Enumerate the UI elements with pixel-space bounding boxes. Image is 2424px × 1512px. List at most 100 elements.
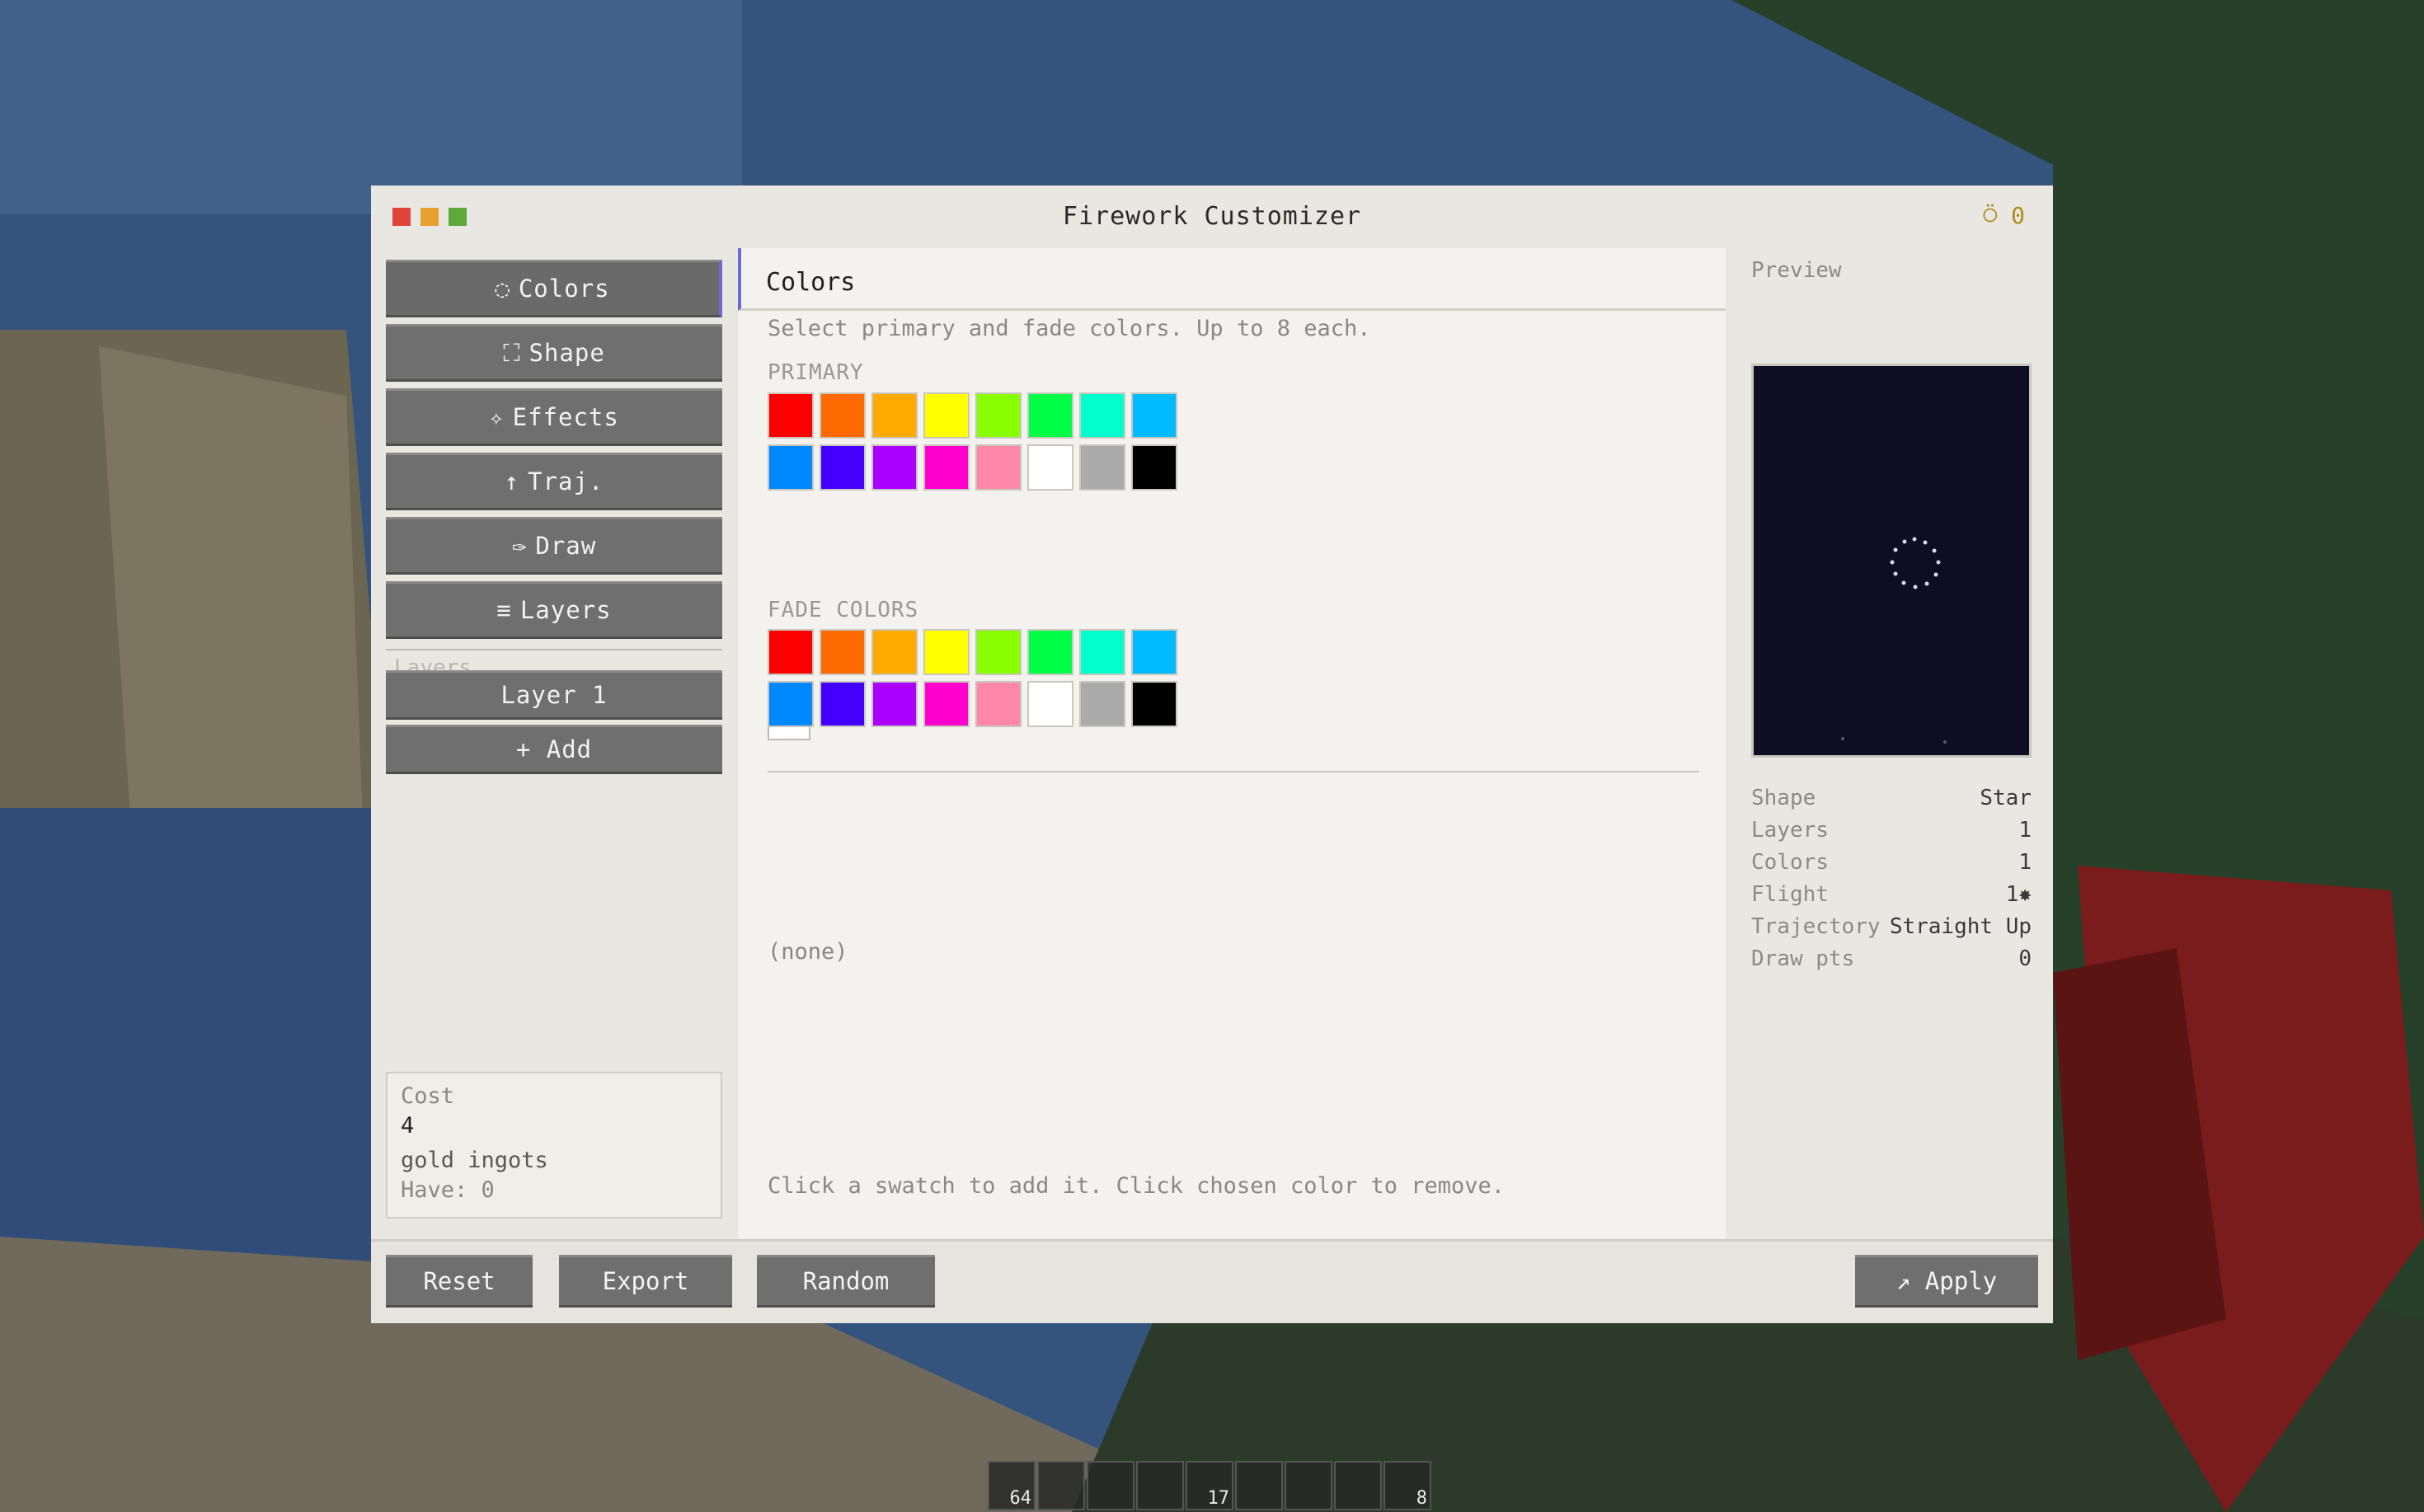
gold-icon: ⍥ (1983, 202, 1998, 229)
sidebar-item-trajectory[interactable]: ↑ Traj. (386, 453, 722, 510)
primary-color-swatch[interactable] (871, 392, 918, 439)
primary-color-swatch[interactable] (820, 392, 866, 439)
fade-color-swatch[interactable] (923, 629, 970, 675)
gold-count: 0 (2011, 202, 2025, 229)
bottom-bar: Reset Export Random ↗ Apply (371, 1239, 2053, 1323)
primary-color-swatch[interactable] (975, 444, 1022, 491)
cost-amount: 4 (401, 1113, 415, 1139)
fade-color-swatch[interactable] (768, 681, 814, 727)
sidebar-item-draw[interactable]: ✑ Draw (386, 517, 722, 575)
fade-color-swatch[interactable] (923, 681, 970, 727)
primary-color-swatch[interactable] (820, 444, 866, 491)
primary-color-swatch[interactable] (1131, 392, 1177, 439)
fade-color-swatch[interactable] (1027, 629, 1073, 675)
arrow-up-icon: ↑ (504, 467, 520, 495)
hotbar-slot[interactable] (1087, 1461, 1134, 1510)
primary-color-swatch[interactable] (871, 444, 918, 491)
cost-unit: gold ingots (401, 1148, 548, 1173)
preview-stat-row: Flight 1✸ (1751, 882, 2032, 907)
sidebar-item-label: Traj. (528, 467, 604, 495)
primary-color-swatch[interactable] (768, 444, 814, 491)
firework-preview-graphic (1841, 537, 1947, 744)
window-title: Firework Customizer (1062, 202, 1362, 231)
hotbar-slot[interactable] (1334, 1461, 1382, 1510)
preview-panel: Preview Shape Star Layers 1 Colors 1 Flight 1✸ T… (1733, 248, 2038, 1239)
pen-icon: ✑ (511, 532, 528, 560)
fade-color-swatch[interactable] (871, 629, 918, 675)
sidebar-item-label: Layers (519, 596, 612, 624)
sidebar-item-shape[interactable]: ⛶ Shape (386, 324, 722, 382)
fade-color-swatch[interactable] (1079, 681, 1125, 727)
sidebar-item-layers[interactable]: ≡ Layers (386, 581, 722, 639)
preview-stat-value: 1 (2018, 850, 2032, 875)
preview-stat-row: Layers 1 (1751, 818, 2032, 843)
sidebar-item-label: Effects (512, 403, 619, 431)
primary-color-swatch[interactable] (768, 392, 814, 439)
sidebar-item-label: Shape (528, 339, 605, 367)
primary-color-swatch[interactable] (1079, 444, 1125, 491)
preview-stat-key: Trajectory (1751, 914, 1881, 939)
layer-item[interactable]: Layer 1 (386, 670, 722, 720)
fade-color-swatch[interactable] (1079, 629, 1125, 675)
fade-color-swatch[interactable] (871, 681, 918, 727)
hotbar-slot[interactable] (1235, 1461, 1283, 1510)
fade-color-swatch[interactable] (975, 681, 1022, 727)
cost-label: Cost (401, 1083, 455, 1109)
preview-stat-key: Flight (1751, 882, 1829, 907)
hotbar-slot[interactable] (1037, 1461, 1085, 1510)
cost-box: Cost 4 gold ingots Have: 0 (386, 1072, 722, 1219)
sidebar-item-label: Colors (518, 275, 610, 303)
palette-icon: ◌ (495, 275, 510, 303)
preview-stat-key: Shape (1751, 786, 1816, 810)
sidebar-item-effects[interactable]: ✧ Effects (386, 388, 722, 446)
hotbar-slot[interactable]: 8 (1383, 1461, 1431, 1510)
colors-panel-header: Colors (738, 248, 1726, 311)
primary-color-swatch[interactable] (923, 444, 970, 491)
preview-stat-key: Draw pts (1751, 946, 1855, 971)
preview-label: Preview (1751, 258, 1842, 283)
primary-color-swatch[interactable] (1027, 444, 1073, 491)
hotbar-slot[interactable] (1285, 1461, 1332, 1510)
section-divider (768, 771, 1699, 772)
fade-label: FADE COLORS (768, 598, 919, 622)
primary-color-swatch[interactable] (923, 392, 970, 439)
random-button[interactable]: Random (757, 1255, 935, 1308)
primary-color-swatch[interactable] (1079, 392, 1125, 439)
reset-button[interactable]: Reset (386, 1255, 533, 1308)
title-bar: Firework Customizer ⍥ 0 (371, 185, 2053, 248)
preview-stat-value: Straight Up (1889, 914, 2032, 939)
hotbar-slot-count: 64 (1009, 1488, 1032, 1509)
gold-counter: ⍥ 0 (1983, 202, 2025, 229)
colors-hint: Select primary and fade colors. Up to 8 … (768, 316, 1371, 341)
preview-canvas (1751, 364, 2032, 758)
apply-button[interactable]: ↗ Apply (1855, 1255, 2038, 1308)
fade-color-swatch[interactable] (1027, 681, 1073, 727)
primary-label: PRIMARY (768, 360, 864, 385)
hotbar-slot-count: 8 (1416, 1488, 1427, 1509)
fade-color-swatch[interactable] (820, 681, 866, 727)
export-button[interactable]: Export (559, 1255, 732, 1308)
preview-stat-key: Colors (1751, 850, 1829, 875)
preview-stat-row: Draw pts 0 (1751, 946, 2032, 971)
hotbar-slot[interactable] (1136, 1461, 1184, 1510)
primary-color-swatch[interactable] (975, 392, 1022, 439)
add-layer-button[interactable]: + Add (386, 725, 722, 774)
fade-color-swatch[interactable] (820, 629, 866, 675)
fade-color-swatch[interactable] (768, 629, 814, 675)
hotbar-slot[interactable]: 17 (1186, 1461, 1233, 1510)
preview-stat-value: 0 (2018, 946, 2032, 971)
fade-color-swatch[interactable] (975, 629, 1022, 675)
sidebar-item-colors[interactable]: ◌ Colors (386, 260, 722, 317)
hotbar-slot-count: 17 (1207, 1488, 1230, 1509)
fade-color-swatch[interactable] (1131, 629, 1177, 675)
footer-hint: Click a swatch to add it. Click chosen c… (768, 1173, 1506, 1199)
sparkle-icon: ✧ (489, 403, 505, 431)
firework-customizer-window: Firework Customizer ⍥ 0 ◌ Colors ⛶ Shape… (371, 185, 2053, 1323)
primary-color-swatch[interactable] (1027, 392, 1073, 439)
hotbar-slot[interactable]: 64 (988, 1461, 1036, 1510)
colors-panel: Colors Select primary and fade colors. U… (738, 248, 1726, 1239)
fade-color-swatch[interactable] (1131, 681, 1177, 727)
preview-stat-value: 1✸ (2005, 882, 2032, 907)
layers-icon: ≡ (496, 596, 512, 624)
primary-color-swatch[interactable] (1131, 444, 1177, 491)
